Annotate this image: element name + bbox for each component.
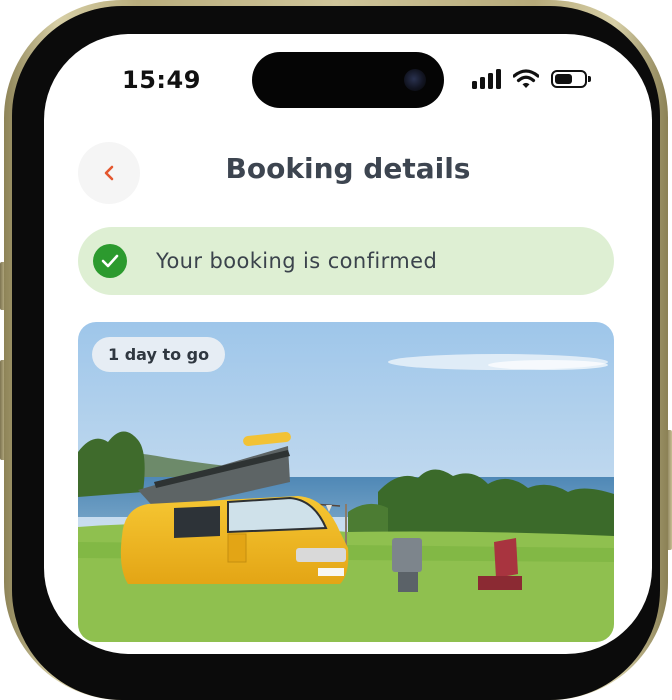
app-screen: 15:49 Booking details Your booking is co…: [44, 34, 652, 654]
booking-confirmed-banner: Your booking is confirmed: [78, 227, 614, 295]
page-title: Booking details: [225, 152, 471, 185]
signal-bar: [488, 73, 493, 89]
battery-icon: [551, 70, 591, 88]
check-circle-icon: [93, 244, 127, 278]
status-time: 15:49: [122, 66, 201, 94]
signal-bar: [480, 77, 485, 89]
confirmation-message: Your booking is confirmed: [156, 249, 438, 273]
battery-level: [555, 74, 572, 84]
signal-bar: [496, 69, 501, 89]
cellular-signal-icon: [472, 69, 501, 89]
dynamic-island: [252, 52, 444, 108]
status-icons: [472, 68, 591, 90]
booking-photo-card[interactable]: 1 day to go: [78, 322, 614, 642]
phone-frame: 15:49 Booking details Your booking is co…: [4, 0, 668, 700]
signal-bar: [472, 81, 477, 89]
phone-bezel: 15:49 Booking details Your booking is co…: [12, 6, 660, 700]
front-camera-icon: [404, 69, 426, 91]
countdown-badge: 1 day to go: [92, 337, 226, 372]
wifi-icon: [513, 69, 539, 88]
